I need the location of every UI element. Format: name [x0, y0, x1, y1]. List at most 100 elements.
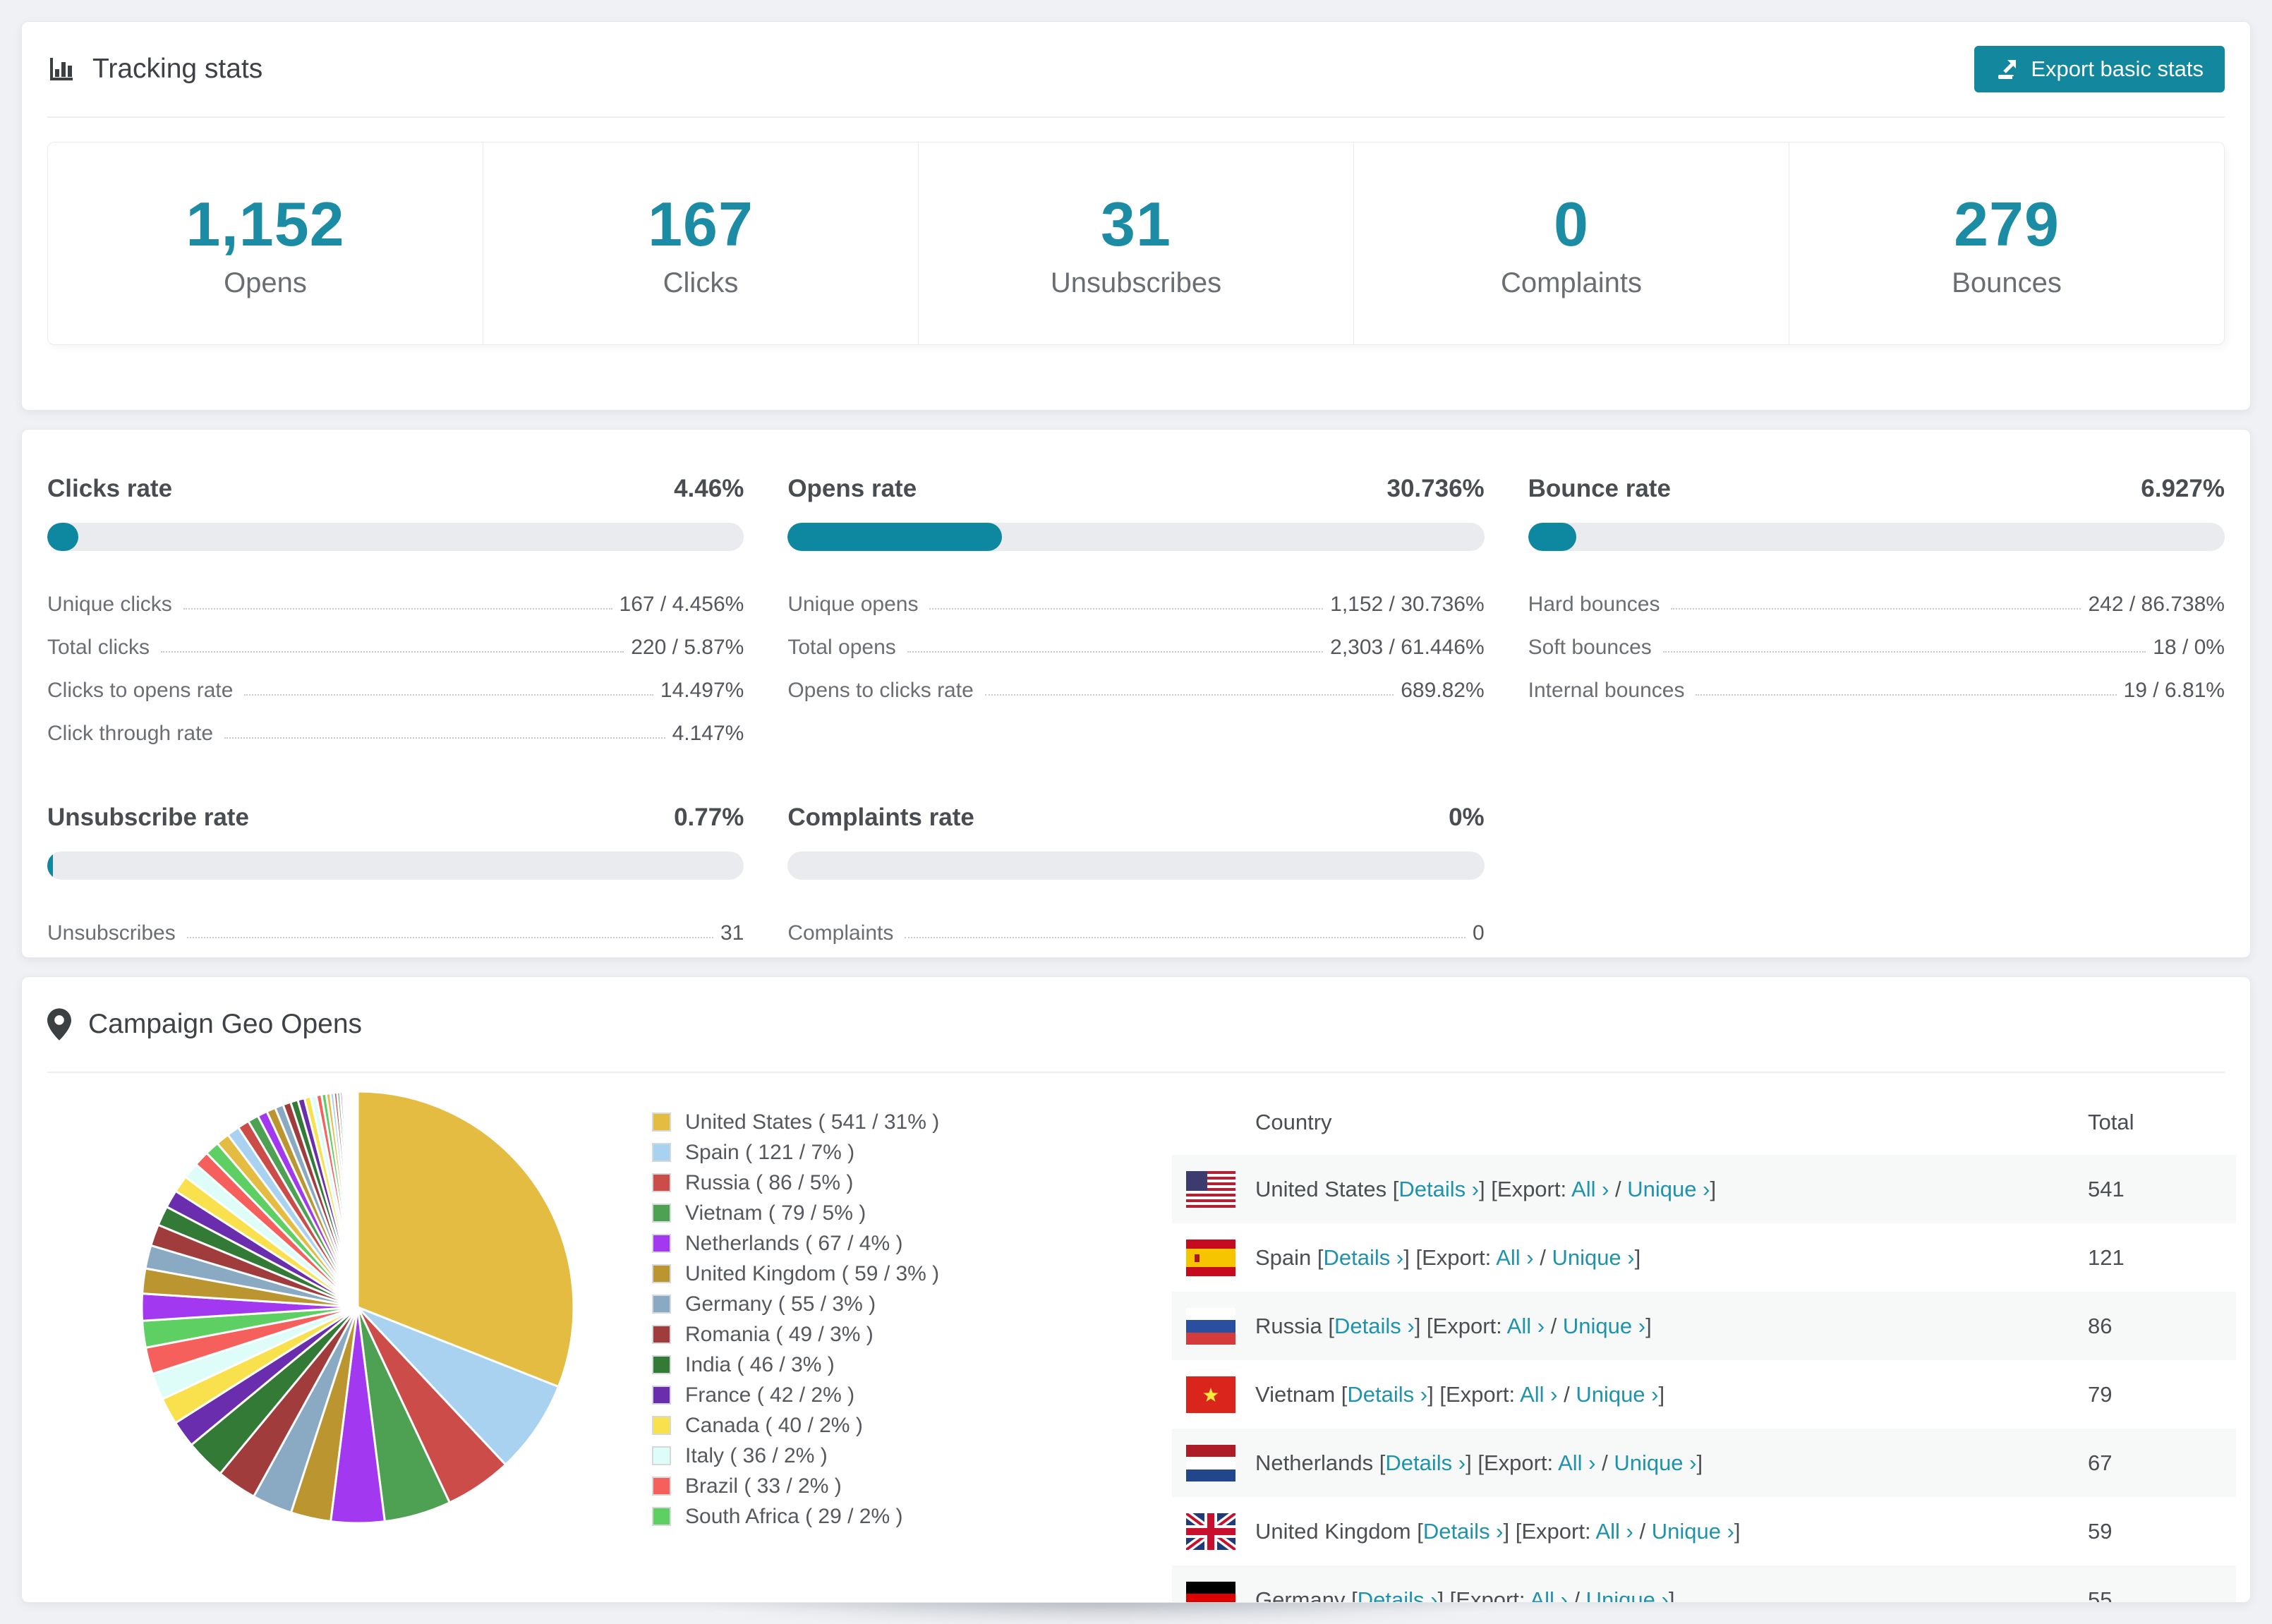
export-all-link[interactable]: All › — [1507, 1314, 1545, 1338]
export-unique-link[interactable]: Unique › — [1552, 1245, 1634, 1270]
legend-item[interactable]: United Kingdom ( 59 / 3% ) — [652, 1259, 939, 1289]
total-cell: 121 — [2088, 1245, 2236, 1271]
legend-item[interactable]: Netherlands ( 67 / 4% ) — [652, 1228, 939, 1259]
rate-metric-row: Clicks to opens rate14.497% — [47, 661, 744, 704]
rate-metric-row: Unique clicks167 / 4.456% — [47, 575, 744, 618]
legend-label: United Kingdom ( 59 / 3% ) — [685, 1262, 939, 1286]
rate-metric-row: Total opens2,303 / 61.446% — [787, 618, 1484, 661]
legend-item[interactable]: Canada ( 40 / 2% ) — [652, 1410, 939, 1441]
legend-swatch — [652, 1355, 671, 1374]
country-flag-icon — [1172, 1582, 1255, 1604]
rate-card: Opens rate30.736%Unique opens1,152 / 30.… — [787, 475, 1484, 747]
legend-label: Russia ( 86 / 5% ) — [685, 1171, 853, 1195]
dotted-leader — [1671, 608, 2081, 610]
legend-label: Germany ( 55 / 3% ) — [685, 1292, 876, 1316]
legend-item[interactable]: Brazil ( 33 / 2% ) — [652, 1471, 939, 1501]
legend-swatch — [652, 1264, 671, 1283]
country-flag-icon — [1172, 1308, 1255, 1345]
export-prefix: Export: — [1484, 1450, 1553, 1475]
geo-header: Campaign Geo Opens — [22, 977, 2250, 1072]
legend-item[interactable]: South Africa ( 29 / 2% ) — [652, 1501, 939, 1532]
legend-label: Canada ( 40 / 2% ) — [685, 1414, 863, 1438]
export-all-link[interactable]: All › — [1558, 1450, 1595, 1475]
rate-title: Bounce rate — [1528, 475, 1671, 503]
geo-pie-chart[interactable] — [132, 1081, 584, 1533]
metric-value: 1,152 / 30.736% — [1330, 593, 1485, 617]
legend-label: Italy ( 36 / 2% ) — [685, 1444, 828, 1468]
legend-swatch — [652, 1325, 671, 1344]
legend-label: United States ( 541 / 31% ) — [685, 1110, 939, 1134]
export-all-link[interactable]: All › — [1520, 1382, 1557, 1407]
export-prefix: Export: — [1497, 1177, 1566, 1201]
country-flag-icon — [1172, 1513, 1255, 1550]
rate-metric-row: Complaints0 — [787, 904, 1484, 947]
rate-title: Unsubscribe rate — [47, 804, 249, 832]
export-unique-link[interactable]: Unique › — [1614, 1450, 1696, 1475]
export-unique-link[interactable]: Unique › — [1563, 1314, 1645, 1338]
rate-card-header: Clicks rate4.46% — [47, 475, 744, 503]
rate-metrics-list: Unique clicks167 / 4.456%Total clicks220… — [47, 575, 744, 747]
geo-table-row: Netherlands [Details ›] [Export: All › /… — [1172, 1429, 2236, 1497]
country-cell: Vietnam [Details ›] [Export: All › / Uni… — [1172, 1376, 2088, 1413]
rates-grid: Clicks rate4.46% Unique clicks167 / 4.456… — [22, 430, 2250, 947]
rate-progress-fill — [787, 523, 1001, 551]
metric-value: 4.147% — [672, 722, 744, 746]
legend-item[interactable]: Romania ( 49 / 3% ) — [652, 1319, 939, 1350]
country-flag-icon — [1172, 1445, 1255, 1481]
export-all-link[interactable]: All › — [1530, 1587, 1567, 1604]
country-links: United States [Details ›] [Export: All ›… — [1255, 1177, 1716, 1202]
metric-value: 19 / 6.81% — [2124, 679, 2225, 703]
legend-item[interactable]: United States ( 541 / 31% ) — [652, 1107, 939, 1137]
legend-item[interactable]: Germany ( 55 / 3% ) — [652, 1289, 939, 1319]
link-separator: / — [1534, 1245, 1552, 1270]
export-all-link[interactable]: All › — [1595, 1519, 1633, 1544]
export-unique-link[interactable]: Unique › — [1586, 1587, 1669, 1604]
metric-value: 18 / 0% — [2153, 636, 2225, 660]
export-unique-link[interactable]: Unique › — [1627, 1177, 1710, 1201]
rate-card-header: Unsubscribe rate0.77% — [47, 804, 744, 832]
geo-table-row: United Kingdom [Details ›] [Export: All … — [1172, 1497, 2236, 1565]
metric-value: 31 — [720, 921, 744, 945]
export-prefix: Export: — [1521, 1519, 1590, 1544]
divider — [47, 116, 2225, 118]
details-link[interactable]: Details › — [1324, 1245, 1404, 1270]
legend-label: South Africa ( 29 / 2% ) — [685, 1505, 902, 1529]
stat-value: 279 — [1954, 188, 2060, 260]
export-prefix: Export: — [1422, 1245, 1491, 1270]
details-link[interactable]: Details › — [1423, 1519, 1504, 1544]
details-link[interactable]: Details › — [1385, 1450, 1466, 1475]
legend-item[interactable]: Italy ( 36 / 2% ) — [652, 1441, 939, 1471]
details-link[interactable]: Details › — [1358, 1587, 1438, 1604]
country-flag-icon — [1172, 1376, 1255, 1413]
legend-item[interactable]: India ( 46 / 3% ) — [652, 1350, 939, 1380]
export-unique-link[interactable]: Unique › — [1576, 1382, 1658, 1407]
legend-swatch — [652, 1143, 671, 1162]
rate-progress-track — [787, 523, 1484, 551]
legend-item[interactable]: Spain ( 121 / 7% ) — [652, 1137, 939, 1168]
details-link[interactable]: Details › — [1398, 1177, 1479, 1201]
legend-item[interactable]: France ( 42 / 2% ) — [652, 1380, 939, 1410]
rate-title: Clicks rate — [47, 475, 172, 503]
legend-item[interactable]: Vietnam ( 79 / 5% ) — [652, 1198, 939, 1228]
country-cell: Russia [Details ›] [Export: All › / Uniq… — [1172, 1308, 2088, 1345]
export-button-label: Export basic stats — [2031, 56, 2204, 82]
rate-metric-row: Hard bounces242 / 86.738% — [1528, 575, 2225, 618]
export-all-link[interactable]: All › — [1571, 1177, 1609, 1201]
metric-value: 0 — [1473, 921, 1485, 945]
legend-item[interactable]: Russia ( 86 / 5% ) — [652, 1168, 939, 1198]
export-all-link[interactable]: All › — [1496, 1245, 1533, 1270]
rate-card-header: Bounce rate6.927% — [1528, 475, 2225, 503]
stat-card: 0Complaints — [1354, 143, 1789, 344]
link-separator: / — [1557, 1382, 1576, 1407]
country-name: Vietnam — [1255, 1382, 1341, 1407]
stat-value: 31 — [1101, 188, 1171, 260]
metric-value: 167 / 4.456% — [620, 593, 744, 617]
country-links: United Kingdom [Details ›] [Export: All … — [1255, 1519, 1741, 1544]
export-unique-link[interactable]: Unique › — [1652, 1519, 1734, 1544]
details-link[interactable]: Details › — [1334, 1314, 1415, 1338]
country-cell: United States [Details ›] [Export: All ›… — [1172, 1171, 2088, 1208]
rate-metrics-list: Complaints0 — [787, 904, 1484, 947]
export-basic-stats-button[interactable]: Export basic stats — [1974, 46, 2225, 92]
export-icon — [1995, 57, 2019, 81]
details-link[interactable]: Details › — [1347, 1382, 1427, 1407]
